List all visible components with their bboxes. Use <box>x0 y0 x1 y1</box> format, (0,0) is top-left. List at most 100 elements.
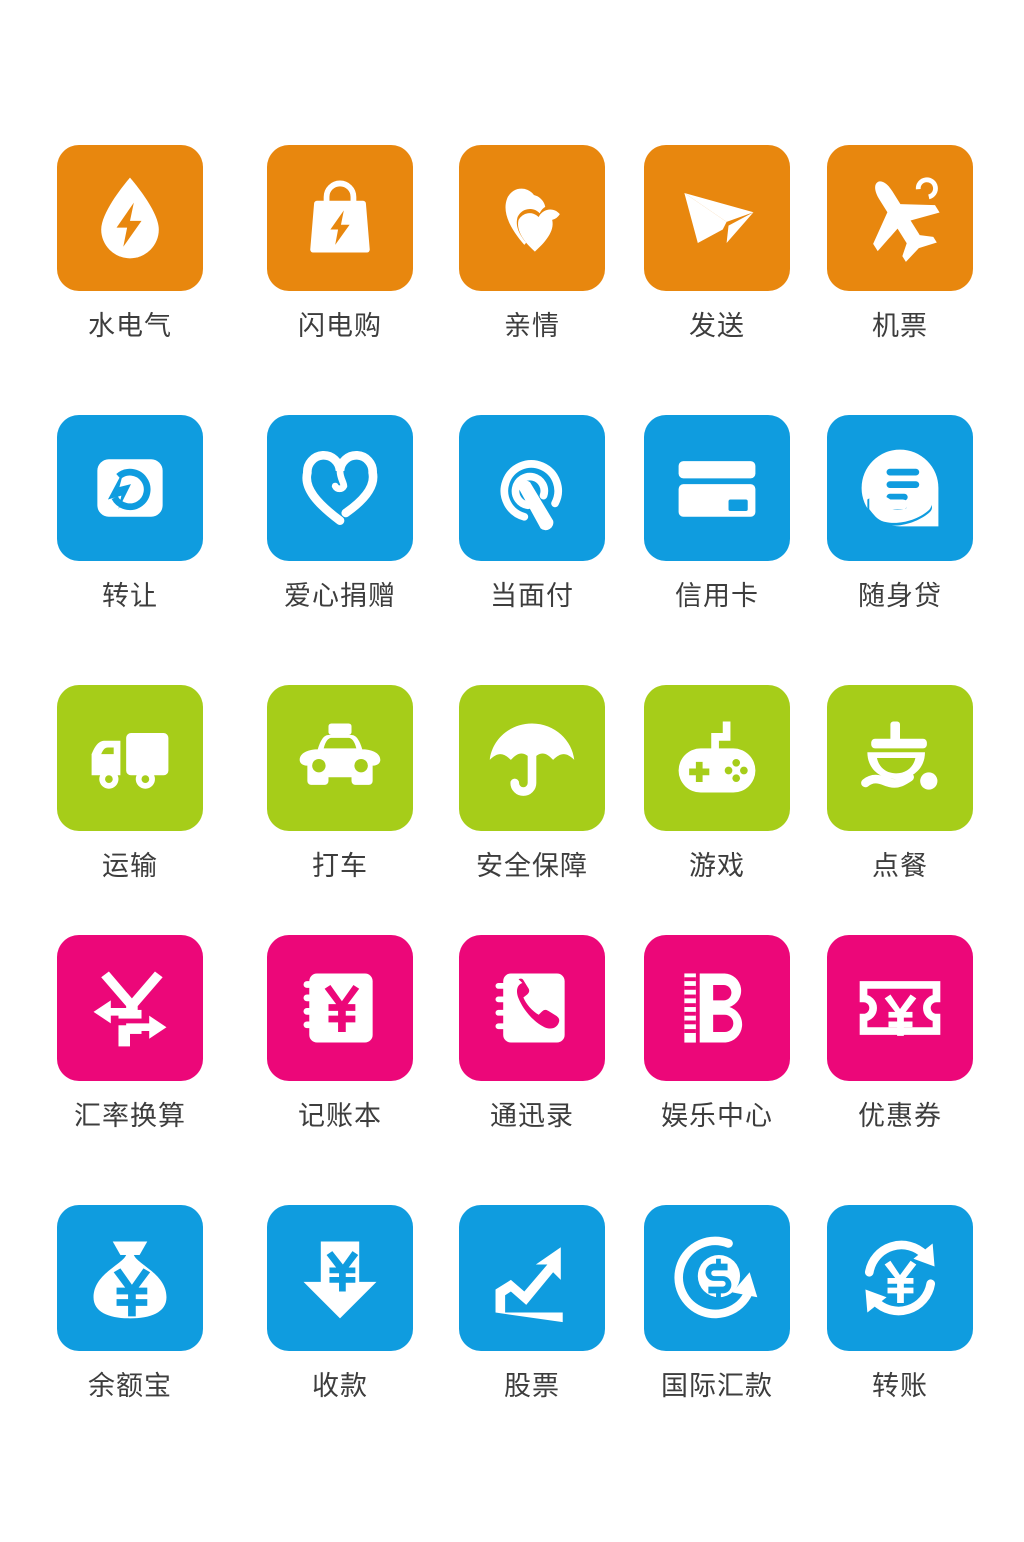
icon-label: 国际汇款 <box>661 1371 773 1402</box>
money-bag-yen-icon <box>93 1241 167 1319</box>
order-food-icon <box>861 721 938 790</box>
icon-label: 记账本 <box>298 1101 382 1132</box>
receive-payment-down-arrow-icon <box>303 1241 377 1319</box>
icon-label: 爱心捐赠 <box>284 581 396 612</box>
tile-hand-loan[interactable] <box>827 415 973 561</box>
taxi-icon <box>299 723 381 785</box>
flash-shopping-bag-icon <box>310 180 370 253</box>
icon-label: 汇率换算 <box>74 1101 186 1132</box>
water-electric-gas-icon <box>101 177 159 259</box>
icon-cell-contacts[interactable]: 通迅录 <box>437 935 627 1133</box>
icon-label: 通迅录 <box>490 1101 574 1132</box>
hand-loan-icon <box>861 449 939 527</box>
icon-label: 转让 <box>102 581 158 612</box>
transfer-ownership-icon <box>97 459 163 517</box>
icon-label: 当面付 <box>490 581 574 612</box>
icon-cell-order-food[interactable]: 点餐 <box>805 685 995 883</box>
icon-cell-credit-card[interactable]: 信用卡 <box>622 415 812 613</box>
icon-label: 运输 <box>102 851 158 882</box>
tile-flight-ticket[interactable] <box>827 145 973 291</box>
icon-row-green: 运输 打车 安全保障 游戏 点餐 <box>0 685 1024 885</box>
tile-receive-payment[interactable] <box>267 1205 413 1351</box>
icon-row-pink: 汇率换算 记账本 通迅录 娱乐中心 优惠券 <box>0 935 1024 1135</box>
icon-label: 水电气 <box>88 311 172 342</box>
icon-row-orange: 水电气 闪电购 亲情 发送 机票 <box>0 145 1024 345</box>
tile-water-electric-gas[interactable] <box>57 145 203 291</box>
icon-cell-coupon[interactable]: 优惠券 <box>805 935 995 1133</box>
exchange-rate-yen-arrows-icon <box>93 971 167 1047</box>
tile-entertainment[interactable] <box>644 935 790 1081</box>
heart-donation-icon <box>302 451 378 525</box>
icon-cell-family-hearts[interactable]: 亲情 <box>437 145 627 343</box>
icon-cell-tap-to-pay[interactable]: 当面付 <box>437 415 627 613</box>
icon-cell-stocks[interactable]: 股票 <box>437 1205 627 1403</box>
icon-cell-heart-donation[interactable]: 爱心捐赠 <box>245 415 435 613</box>
tile-taxi[interactable] <box>267 685 413 831</box>
delivery-truck-icon <box>91 733 169 789</box>
paper-plane-send-icon <box>684 193 754 243</box>
icon-cell-games[interactable]: 游戏 <box>622 685 812 883</box>
tile-exchange-rate[interactable] <box>57 935 203 1081</box>
icon-cell-safety-guarantee[interactable]: 安全保障 <box>437 685 627 883</box>
tile-flash-shopping[interactable] <box>267 145 413 291</box>
tile-coupon[interactable] <box>827 935 973 1081</box>
icon-cell-yuebao[interactable]: 余额宝 <box>35 1205 225 1403</box>
icon-cell-international-remittance[interactable]: 国际汇款 <box>622 1205 812 1403</box>
tile-safety-guarantee[interactable] <box>459 685 605 831</box>
credit-card-icon <box>678 461 756 517</box>
game-controller-icon <box>678 721 756 793</box>
icon-cell-entertainment[interactable]: 娱乐中心 <box>622 935 812 1133</box>
icon-label: 闪电购 <box>298 311 382 342</box>
icon-cell-transfer-money[interactable]: 转账 <box>805 1205 995 1403</box>
icon-cell-exchange-rate[interactable]: 汇率换算 <box>35 935 225 1133</box>
icon-cell-transfer-ownership[interactable]: 转让 <box>35 415 225 613</box>
icon-label: 打车 <box>312 851 368 882</box>
icon-cell-flight-ticket[interactable]: 机票 <box>805 145 995 343</box>
tile-order-food[interactable] <box>827 685 973 831</box>
tile-international-remittance[interactable] <box>644 1205 790 1351</box>
airplane-ticket-icon <box>873 177 940 262</box>
tile-account-book[interactable] <box>267 935 413 1081</box>
tile-stocks[interactable] <box>459 1205 605 1351</box>
icon-label: 信用卡 <box>675 581 759 612</box>
icon-cell-flash-shopping[interactable]: 闪电购 <box>245 145 435 343</box>
icon-label: 随身贷 <box>858 581 942 612</box>
two-hearts-icon <box>505 188 563 252</box>
tile-heart-donation[interactable] <box>267 415 413 561</box>
icon-cell-hand-loan[interactable]: 随身贷 <box>805 415 995 613</box>
stock-chart-up-icon <box>495 1247 563 1323</box>
tile-contacts[interactable] <box>459 935 605 1081</box>
icon-cell-receive-payment[interactable]: 收款 <box>245 1205 435 1403</box>
icon-cell-water-electric-gas[interactable]: 水电气 <box>35 145 225 343</box>
tile-games[interactable] <box>644 685 790 831</box>
icon-label: 发送 <box>689 311 745 342</box>
tap-to-pay-icon <box>500 460 562 531</box>
transfer-yen-refresh-icon <box>864 1240 936 1316</box>
icon-label: 转账 <box>872 1371 928 1402</box>
tile-transport[interactable] <box>57 685 203 831</box>
tile-transfer-money[interactable] <box>827 1205 973 1351</box>
icon-label: 亲情 <box>504 311 560 342</box>
tile-send[interactable] <box>644 145 790 291</box>
tile-transfer-ownership[interactable] <box>57 415 203 561</box>
icon-row-blue-bottom: 余额宝 收款 股票 国际汇款 转账 <box>0 1205 1024 1405</box>
phone-contacts-book-icon <box>495 973 565 1043</box>
tile-family-hearts[interactable] <box>459 145 605 291</box>
icon-label: 机票 <box>872 311 928 342</box>
icon-cell-send[interactable]: 发送 <box>622 145 812 343</box>
icon-label: 余额宝 <box>88 1371 172 1402</box>
icon-label: 点餐 <box>872 851 928 882</box>
tile-credit-card[interactable] <box>644 415 790 561</box>
icon-cell-transport[interactable]: 运输 <box>35 685 225 883</box>
icon-label: 优惠券 <box>858 1101 942 1132</box>
account-book-yen-icon <box>303 973 373 1043</box>
tile-tap-to-pay[interactable] <box>459 415 605 561</box>
icon-cell-account-book[interactable]: 记账本 <box>245 935 435 1133</box>
yen-coupon-ticket-icon <box>859 981 941 1036</box>
tile-yuebao[interactable] <box>57 1205 203 1351</box>
icon-label: 娱乐中心 <box>661 1101 773 1132</box>
icon-row-blue-top: 转让 爱心捐赠 当面付 信用卡 随身贷 <box>0 415 1024 615</box>
icon-label: 安全保障 <box>476 851 588 882</box>
icon-label: 股票 <box>504 1371 560 1402</box>
icon-cell-taxi[interactable]: 打车 <box>245 685 435 883</box>
